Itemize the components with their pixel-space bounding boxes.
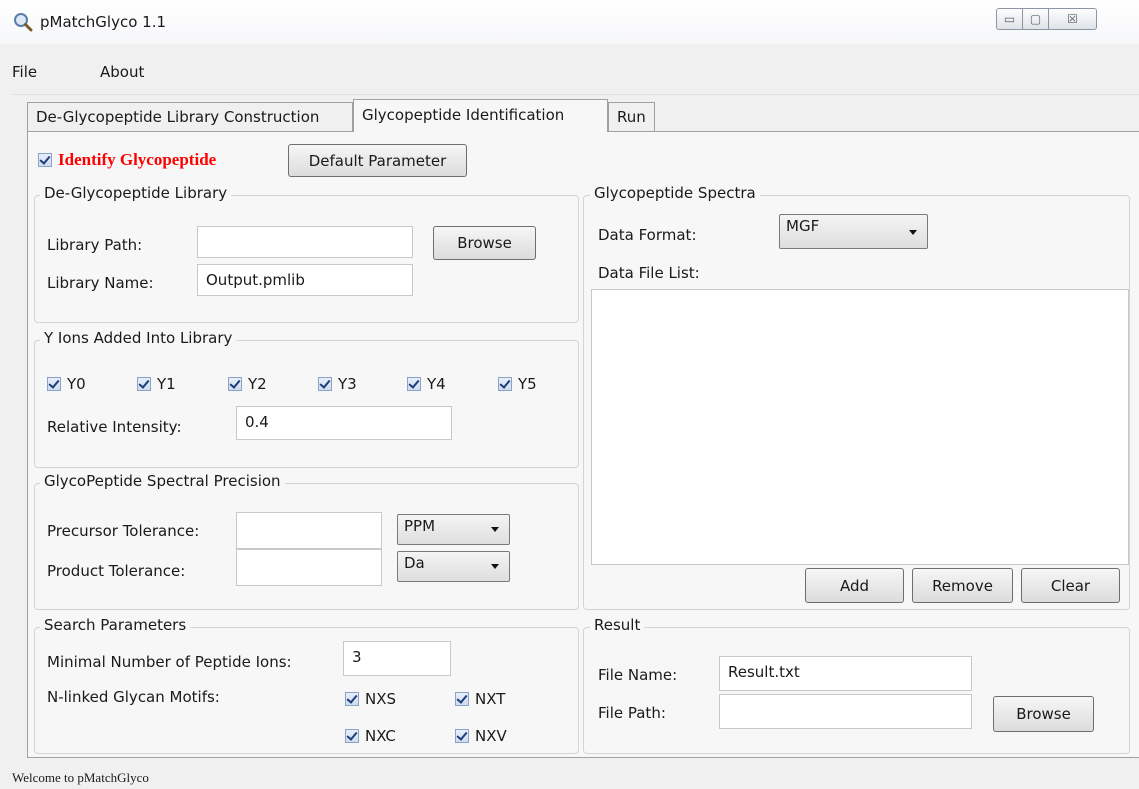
checkbox-checked-icon [228,377,242,391]
nxt-checkbox[interactable]: NXT [455,690,505,708]
checkbox-checked-icon [498,377,512,391]
result-file-path-input[interactable] [719,694,972,729]
product-unit-select[interactable]: Da [397,551,510,582]
checkbox-checked-icon [345,729,359,743]
y3-checkbox[interactable]: Y3 [318,375,357,393]
clear-files-button[interactable]: Clear [1021,568,1120,603]
nxs-checkbox[interactable]: NXS [345,690,396,708]
checkbox-checked-icon [137,377,151,391]
glycan-motifs-label: N-linked Glycan Motifs: [47,688,220,706]
library-group-title: De-Glycopeptide Library [40,184,232,202]
min-peptide-ions-label: Minimal Number of Peptide Ions: [47,653,292,671]
nxv-checkbox[interactable]: NXV [455,727,507,745]
checkbox-checked-icon [38,153,52,167]
status-bar: Welcome to pMatchGlyco [0,762,1139,789]
divider [12,94,1139,95]
data-file-list-label: Data File List: [598,264,700,282]
search-group-title: Search Parameters [40,616,191,634]
spectra-group-title: Glycopeptide Spectra [590,184,760,202]
remove-file-button[interactable]: Remove [912,568,1013,603]
y0-checkbox[interactable]: Y0 [47,375,86,393]
tab-library-construction[interactable]: De-Glycopeptide Library Construction [27,102,353,131]
library-name-label: Library Name: [47,274,154,292]
checkbox-checked-icon [47,377,61,391]
checkbox-checked-icon [318,377,332,391]
y1-checkbox[interactable]: Y1 [137,375,176,393]
y2-checkbox[interactable]: Y2 [228,375,267,393]
identify-glycopeptide-checkbox[interactable]: Identify Glycopeptide [38,150,216,170]
y-ions-group [34,340,579,468]
data-file-list[interactable] [591,289,1129,565]
minimize-icon[interactable]: ▭ [996,8,1023,30]
checkbox-checked-icon [455,729,469,743]
result-file-path-label: File Path: [598,704,666,722]
menu-file[interactable]: File [12,63,37,81]
add-file-button[interactable]: Add [805,568,904,603]
window-title: pMatchGlyco 1.1 [40,13,167,31]
default-parameter-button[interactable]: Default Parameter [288,144,467,177]
menu-about[interactable]: About [100,63,144,81]
tab-glycopeptide-identification[interactable]: Glycopeptide Identification [353,99,608,132]
data-format-label: Data Format: [598,226,697,244]
dropdown-arrow-icon [491,527,499,532]
precursor-unit-select[interactable]: PPM [397,514,510,545]
menu-bar [0,58,1139,88]
identify-label: Identify Glycopeptide [58,150,217,169]
title-bar [0,0,1139,44]
library-name-input[interactable]: Output.pmlib [197,264,413,296]
library-path-label: Library Path: [47,236,143,254]
data-format-select[interactable]: MGF [779,214,928,249]
result-browse-button[interactable]: Browse [993,696,1094,732]
library-path-input[interactable] [197,226,413,258]
product-tolerance-label: Product Tolerance: [47,562,186,580]
checkbox-checked-icon [345,692,359,706]
checkbox-checked-icon [407,377,421,391]
library-browse-button[interactable]: Browse [433,226,536,260]
precursor-tolerance-label: Precursor Tolerance: [47,522,200,540]
window-controls: ▭ ▢ ☒ [996,8,1130,32]
y-ions-group-title: Y Ions Added Into Library [40,329,237,347]
relative-intensity-label: Relative Intensity: [47,418,182,436]
precursor-tolerance-input[interactable] [236,512,382,549]
checkbox-checked-icon [455,692,469,706]
min-peptide-ions-input[interactable]: 3 [343,641,451,676]
close-icon[interactable]: ☒ [1049,8,1097,30]
dropdown-arrow-icon [491,564,499,569]
result-group-title: Result [590,616,645,634]
nxc-checkbox[interactable]: NXC [345,727,396,745]
y4-checkbox[interactable]: Y4 [407,375,446,393]
magnifier-app-icon [14,13,33,32]
dropdown-arrow-icon [909,230,917,235]
product-tolerance-input[interactable] [236,549,382,586]
relative-intensity-input[interactable]: 0.4 [236,406,452,440]
maximize-icon[interactable]: ▢ [1023,8,1049,30]
result-file-name-input[interactable]: Result.txt [719,656,972,691]
tab-run[interactable]: Run [608,102,655,131]
result-file-name-label: File Name: [598,666,678,684]
precision-group-title: GlycoPeptide Spectral Precision [40,472,285,490]
y5-checkbox[interactable]: Y5 [498,375,537,393]
